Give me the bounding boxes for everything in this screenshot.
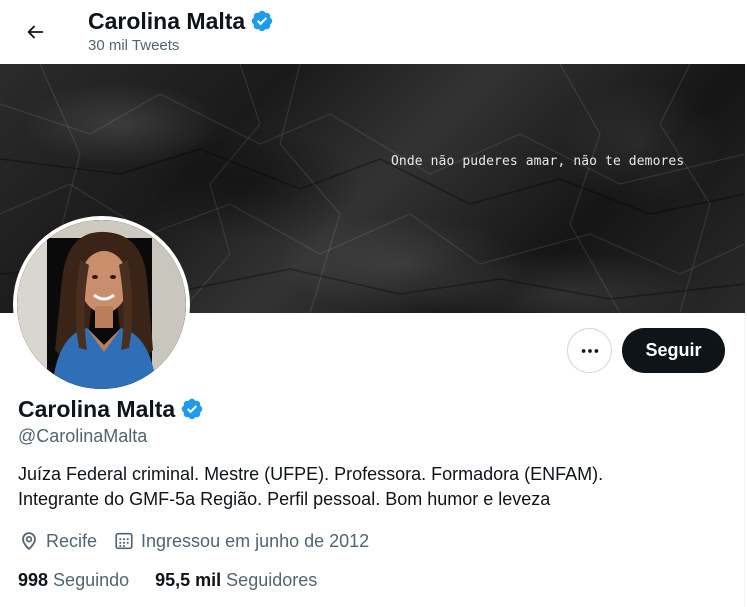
followers-count: 95,5 mil <box>155 569 222 590</box>
more-options-button[interactable] <box>567 328 612 373</box>
verified-badge-icon <box>251 10 273 32</box>
tweets-count: 30 mil Tweets <box>88 37 180 54</box>
follow-button[interactable]: Seguir <box>622 328 725 373</box>
joined-item: Ingressou em junho de 2012 <box>113 530 369 552</box>
profile-name-text: Carolina Malta <box>18 396 176 422</box>
location-pin-icon <box>22 532 36 550</box>
following-link[interactable]: 998 Seguindo <box>18 570 129 591</box>
profile-name: Carolina Malta <box>18 395 204 423</box>
profile-avatar[interactable] <box>13 216 190 393</box>
calendar-icon <box>115 532 133 550</box>
profile-page: Carolina Malta 30 mil Tweets Onde não pu… <box>0 0 745 607</box>
profile-meta: Recife Ingressou em junho de 2012 <box>18 528 385 554</box>
verified-badge-icon[interactable] <box>180 397 204 421</box>
profile-bio: Juíza Federal criminal. Mestre (UFPE). P… <box>18 462 718 512</box>
bio-line: Juíza Federal criminal. Mestre (UFPE). P… <box>18 464 604 484</box>
following-count: 998 <box>18 569 49 590</box>
profile-header-bar: Carolina Malta 30 mil Tweets <box>0 0 745 64</box>
banner-quote: Onde não puderes amar, não te demores <box>391 154 685 169</box>
avatar-portrait <box>17 220 186 389</box>
header-name: Carolina Malta <box>88 7 274 35</box>
bio-line: Integrante do GMF-5a Região. Perfil pess… <box>18 489 551 509</box>
profile-stats: 998 Seguindo 95,5 mil Seguidores <box>18 568 343 592</box>
arrow-left-icon <box>27 25 44 39</box>
profile-handle: @CarolinaMalta <box>18 426 148 446</box>
header-name-text: Carolina Malta <box>88 8 246 34</box>
following-label: Seguindo <box>53 569 130 590</box>
joined-text: Ingressou em junho de 2012 <box>141 530 370 551</box>
location-item: Recife <box>18 530 97 552</box>
avatar-photo <box>17 220 186 389</box>
followers-label: Seguidores <box>226 569 318 590</box>
followers-link[interactable]: 95,5 mil Seguidores <box>155 570 317 591</box>
location-text: Recife <box>46 530 98 551</box>
back-button[interactable] <box>17 14 53 50</box>
ellipsis-icon <box>581 348 598 353</box>
